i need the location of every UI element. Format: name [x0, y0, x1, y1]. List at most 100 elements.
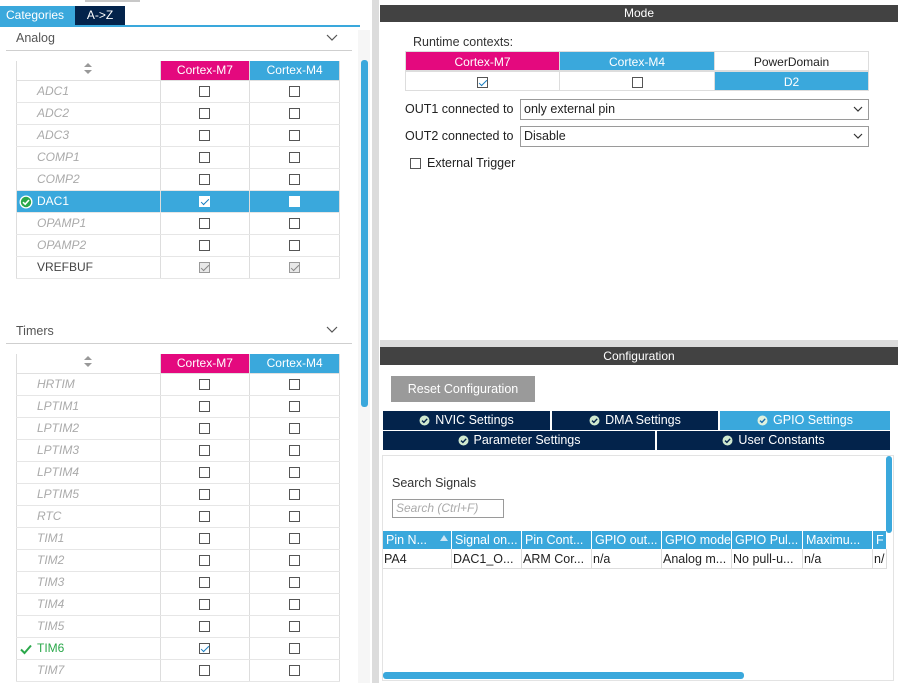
ip-checkbox[interactable]	[199, 643, 211, 655]
ip-checkbox[interactable]	[289, 445, 301, 457]
panel-divider[interactable]	[372, 0, 379, 683]
ip-checkbox[interactable]	[289, 379, 301, 391]
grid-column-header[interactable]: GPIO Pul...	[732, 531, 803, 549]
ip-row-adc3[interactable]: ADC3	[16, 124, 340, 147]
ip-checkbox[interactable]	[289, 489, 301, 501]
ip-name[interactable]: VREFBUF	[16, 256, 161, 279]
ip-row-tim7[interactable]: TIM7	[16, 659, 340, 682]
ip-row-lptim2[interactable]: LPTIM2	[16, 417, 340, 440]
grid-cell[interactable]: n/a	[592, 549, 662, 569]
power-domain-value[interactable]: D2	[714, 71, 869, 91]
sort-column-header[interactable]	[16, 61, 161, 81]
ip-row-tim4[interactable]: TIM4	[16, 593, 340, 616]
ip-row-lptim1[interactable]: LPTIM1	[16, 395, 340, 418]
ip-row-tim3[interactable]: TIM3	[16, 571, 340, 594]
chevron-down-icon[interactable]	[326, 31, 338, 43]
ip-row-rtc[interactable]: RTC	[16, 505, 340, 528]
vertical-scrollbar[interactable]	[361, 60, 368, 407]
ip-name[interactable]: ADC2	[16, 102, 161, 125]
grid-cell[interactable]: No pull-u...	[732, 549, 803, 569]
chevron-down-icon[interactable]	[326, 323, 338, 335]
ip-checkbox[interactable]	[199, 218, 211, 230]
context-m7-checkbox[interactable]	[477, 77, 488, 89]
sort-column-header[interactable]	[16, 354, 161, 374]
ip-checkbox[interactable]	[289, 577, 301, 589]
ip-row-tim1[interactable]: TIM1	[16, 527, 340, 550]
ip-checkbox[interactable]	[199, 379, 211, 391]
ip-row-tim2[interactable]: TIM2	[16, 549, 340, 572]
grid-cell[interactable]: n/	[873, 549, 887, 569]
ip-row-dac1[interactable]: DAC1	[16, 190, 340, 213]
ip-name[interactable]: TIM4	[16, 593, 161, 616]
ip-row-opamp2[interactable]: OPAMP2	[16, 234, 340, 257]
ip-row-comp2[interactable]: COMP2	[16, 168, 340, 191]
ip-checkbox[interactable]	[289, 108, 301, 120]
ip-checkbox[interactable]	[199, 130, 211, 142]
out2-select[interactable]: Disable	[520, 126, 869, 147]
ip-checkbox[interactable]	[199, 555, 211, 567]
out1-select[interactable]: only external pin	[520, 99, 869, 120]
ip-name[interactable]: LPTIM1	[16, 395, 161, 418]
ip-checkbox[interactable]	[199, 445, 211, 457]
ip-checkbox[interactable]	[289, 423, 301, 435]
ip-checkbox[interactable]	[289, 643, 301, 655]
ip-name[interactable]: TIM5	[16, 615, 161, 638]
ip-name[interactable]: OPAMP1	[16, 212, 161, 235]
search-signals-input[interactable]: Search (Ctrl+F)	[392, 499, 504, 518]
ip-checkbox[interactable]	[199, 423, 211, 435]
section-title-timers[interactable]: Timers	[16, 324, 54, 338]
ip-row-opamp1[interactable]: OPAMP1	[16, 212, 340, 235]
ip-checkbox[interactable]	[199, 511, 211, 523]
ip-checkbox[interactable]	[199, 401, 211, 413]
grid-cell[interactable]: n/a	[803, 549, 873, 569]
tab-nvic-settings[interactable]: NVIC Settings	[383, 411, 550, 430]
horizontal-scrollbar[interactable]	[383, 672, 744, 679]
ip-name[interactable]: OPAMP2	[16, 234, 161, 257]
grid-column-header[interactable]: GPIO out...	[592, 531, 662, 549]
ip-checkbox[interactable]	[289, 152, 301, 164]
ip-name[interactable]: TIM6	[16, 637, 161, 660]
ip-checkbox[interactable]	[289, 665, 301, 677]
ip-checkbox[interactable]	[199, 621, 211, 633]
ip-checkbox[interactable]	[199, 533, 211, 545]
ip-name[interactable]: ADC3	[16, 124, 161, 147]
ip-name[interactable]: RTC	[16, 505, 161, 528]
ip-checkbox[interactable]	[289, 621, 301, 633]
ip-row-tim6[interactable]: TIM6	[16, 637, 340, 660]
ip-checkbox[interactable]	[199, 665, 211, 677]
ip-checkbox[interactable]	[289, 86, 301, 98]
external-trigger-checkbox[interactable]	[410, 158, 421, 169]
ip-checkbox[interactable]	[199, 108, 211, 120]
tab-a-to-z[interactable]: A->Z	[75, 6, 125, 25]
tab-categories[interactable]: Categories	[0, 6, 75, 25]
tab-parameter-settings[interactable]: Parameter Settings	[383, 431, 655, 450]
section-title-analog[interactable]: Analog	[16, 31, 55, 45]
ip-row-tim5[interactable]: TIM5	[16, 615, 340, 638]
ip-name[interactable]: TIM7	[16, 659, 161, 682]
ip-checkbox[interactable]	[289, 130, 301, 142]
ip-checkbox[interactable]	[289, 240, 301, 252]
grid-cell[interactable]: PA4	[383, 549, 452, 569]
ip-row-lptim4[interactable]: LPTIM4	[16, 461, 340, 484]
ip-row-vrefbuf[interactable]: VREFBUF	[16, 256, 340, 279]
ip-name[interactable]: ADC1	[16, 80, 161, 103]
ip-name[interactable]: COMP1	[16, 146, 161, 169]
ip-name[interactable]: TIM2	[16, 549, 161, 572]
ip-row-hrtim[interactable]: HRTIM	[16, 373, 340, 396]
ip-row-comp1[interactable]: COMP1	[16, 146, 340, 169]
ip-checkbox[interactable]	[199, 152, 211, 164]
ip-checkbox[interactable]	[199, 489, 211, 501]
ip-name[interactable]: COMP2	[16, 168, 161, 191]
grid-column-header[interactable]: Pin Cont...	[522, 531, 592, 549]
grid-column-header[interactable]: Maximu...	[803, 531, 873, 549]
grid-cell[interactable]: Analog m...	[662, 549, 732, 569]
ip-checkbox[interactable]	[289, 533, 301, 545]
ip-checkbox[interactable]	[199, 599, 211, 611]
ip-name[interactable]: TIM3	[16, 571, 161, 594]
ip-row-lptim3[interactable]: LPTIM3	[16, 439, 340, 462]
panel-splitter[interactable]	[380, 340, 898, 347]
ip-checkbox[interactable]	[289, 174, 301, 186]
grid-cell[interactable]: DAC1_O...	[452, 549, 522, 569]
ip-checkbox[interactable]	[199, 196, 211, 208]
tab-user-constants[interactable]: User Constants	[657, 431, 890, 450]
